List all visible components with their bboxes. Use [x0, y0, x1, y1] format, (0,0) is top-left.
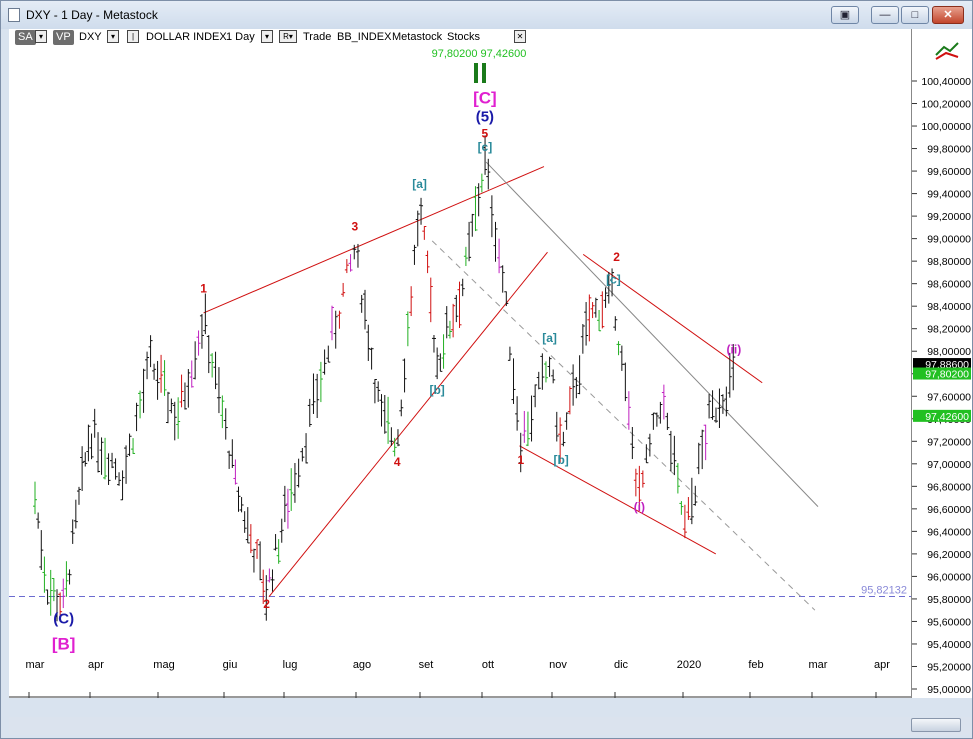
x-tick-label: feb: [748, 659, 763, 671]
periodicity-label[interactable]: 1 Day: [226, 30, 255, 45]
refresh-dropdown[interactable]: R▾: [279, 30, 297, 43]
y-tick-label: 100,20000: [921, 99, 971, 111]
y-tick-label: 95,60000: [927, 616, 971, 628]
wave-label: 1: [518, 453, 525, 467]
wave-label: [c]: [478, 140, 493, 154]
y-tick-label: 96,80000: [927, 481, 971, 493]
y-tick-label: 99,80000: [927, 144, 971, 156]
x-tick-label: apr: [874, 659, 890, 671]
x-tick-label: giu: [223, 659, 238, 671]
wave-label: [b]: [553, 453, 568, 467]
instrument-type: Stocks: [447, 31, 481, 43]
y-tick-label: 98,40000: [927, 301, 971, 313]
wave-label: (i): [634, 500, 645, 514]
falling-channel-bottom: [519, 445, 717, 555]
symbol-label[interactable]: DXY: [79, 30, 102, 45]
y-tick-label: 95,20000: [927, 661, 971, 673]
title-bar: DXY - 1 Day - Metastock ▣ — □ ✕: [1, 1, 972, 29]
wave-label: 2: [613, 250, 620, 264]
quote-marker-bar: [474, 63, 478, 83]
y-tick-label: 97,60000: [927, 391, 971, 403]
wave-label: (C): [53, 611, 74, 628]
scrollbar-thumb[interactable]: [911, 718, 961, 732]
data-source: BB_INDEX: [337, 31, 392, 43]
wave-label: 4: [394, 455, 401, 469]
security-name: DOLLAR INDEX: [146, 31, 227, 43]
y-tick-label: 97,20000: [927, 436, 971, 448]
window-title: DXY - 1 Day - Metastock: [26, 8, 158, 22]
upper-wedge-line: [203, 166, 545, 314]
wave-label: [B]: [52, 635, 76, 654]
restore-chart-button[interactable]: ▣: [831, 6, 859, 24]
trade-link[interactable]: Trade: [303, 30, 331, 45]
wave-label: 3: [351, 220, 358, 234]
y-tick-label: 99,60000: [927, 166, 971, 178]
y-tick-label: 99,40000: [927, 189, 971, 201]
y-tick-label: 99,00000: [927, 234, 971, 246]
y-tick-label: 97,00000: [927, 459, 971, 471]
x-tick-label: set: [419, 659, 434, 671]
wave-label: [c]: [606, 273, 621, 287]
vp-button[interactable]: VP: [53, 30, 74, 45]
bar-type-icon[interactable]: |: [127, 30, 139, 43]
maximize-button[interactable]: □: [901, 6, 929, 24]
price-tag-label: 97,42600: [925, 411, 969, 423]
horizontal-scrollbar[interactable]: [9, 717, 972, 735]
x-tick-label: ago: [353, 659, 371, 671]
wave-label: (5): [476, 109, 494, 126]
y-tick-label: 99,20000: [927, 211, 971, 223]
y-tick-label: 100,00000: [921, 121, 971, 133]
x-tick-label: ott: [482, 659, 494, 671]
y-tick-label: 96,40000: [927, 526, 971, 538]
toolbar-close-icon[interactable]: ✕: [514, 30, 526, 43]
price-axis-svg: 95,00000 95,20000 95,40000 95,60000 95,80000…: [912, 42, 971, 696]
price-axis[interactable]: 95,00000 95,20000 95,40000 95,60000 95,80000…: [911, 29, 972, 698]
sa-dropdown[interactable]: ▾: [35, 30, 47, 43]
y-tick-label: 98,60000: [927, 279, 971, 291]
wave-label: 1: [200, 282, 207, 296]
y-tick-label: 98,00000: [927, 346, 971, 358]
price-chart: 95,82132(C)[B]1234[a][b][c]5(5)[C]1[a][b…: [9, 48, 911, 698]
x-tick-label: 2020: [677, 659, 701, 671]
wave-label: [a]: [542, 331, 557, 345]
quote-values: 97,80200 97,42600: [432, 48, 527, 60]
y-tick-label: 95,80000: [927, 594, 971, 606]
y-tick-label: 96,60000: [927, 504, 971, 516]
y-tick-label: 100,40000: [921, 76, 971, 88]
y-tick-label: 96,20000: [927, 549, 971, 561]
quote-marker-bar: [482, 63, 486, 83]
x-tick-label: mag: [153, 659, 174, 671]
symbol-dropdown[interactable]: ▾: [107, 30, 119, 43]
chart-tool-icon: [935, 51, 959, 60]
y-tick-label: 95,40000: [927, 639, 971, 651]
x-tick-label: mar: [26, 659, 45, 671]
price-tag-label: 97,80200: [925, 369, 969, 381]
provider-label: Metastock: [392, 31, 443, 43]
y-tick-label: 98,80000: [927, 256, 971, 268]
wave-label: 2: [263, 597, 270, 611]
x-tick-label: nov: [549, 659, 567, 671]
y-tick-label: 98,20000: [927, 324, 971, 336]
wave-label: [C]: [473, 89, 497, 108]
periodicity-dropdown[interactable]: ▾: [261, 30, 273, 43]
dashed-channel-line: [431, 240, 816, 611]
x-tick-label: apr: [88, 659, 104, 671]
x-tick-label: lug: [283, 659, 298, 671]
close-button[interactable]: ✕: [932, 6, 964, 24]
x-tick-label: mar: [809, 659, 828, 671]
price-chart-area[interactable]: 95,82132 (C) [B] 1 2 3 4 [a] [b] [c] 5 (5) [C] 1 [a] [b…: [9, 47, 911, 698]
x-tick-label: dic: [614, 659, 629, 671]
chart-toolbar: SA ▾ VP DXY ▾ | DOLLAR INDEX 1 Day ▾ R▾ …: [9, 29, 911, 47]
support-line-label: 95,82132: [861, 585, 907, 597]
y-tick-label: 96,00000: [927, 571, 971, 583]
y-tick-label: 95,00000: [927, 684, 971, 696]
document-icon: [8, 8, 20, 22]
wave-label: [a]: [412, 177, 427, 191]
wave-label: [b]: [429, 383, 444, 397]
sa-button[interactable]: SA: [15, 30, 36, 45]
wave-label: 5: [482, 126, 489, 140]
wave-label: (ii): [727, 342, 742, 356]
minimize-button[interactable]: —: [871, 6, 899, 24]
metastock-window: DXY - 1 Day - Metastock ▣ — □ ✕ SA ▾ VP …: [0, 0, 973, 739]
